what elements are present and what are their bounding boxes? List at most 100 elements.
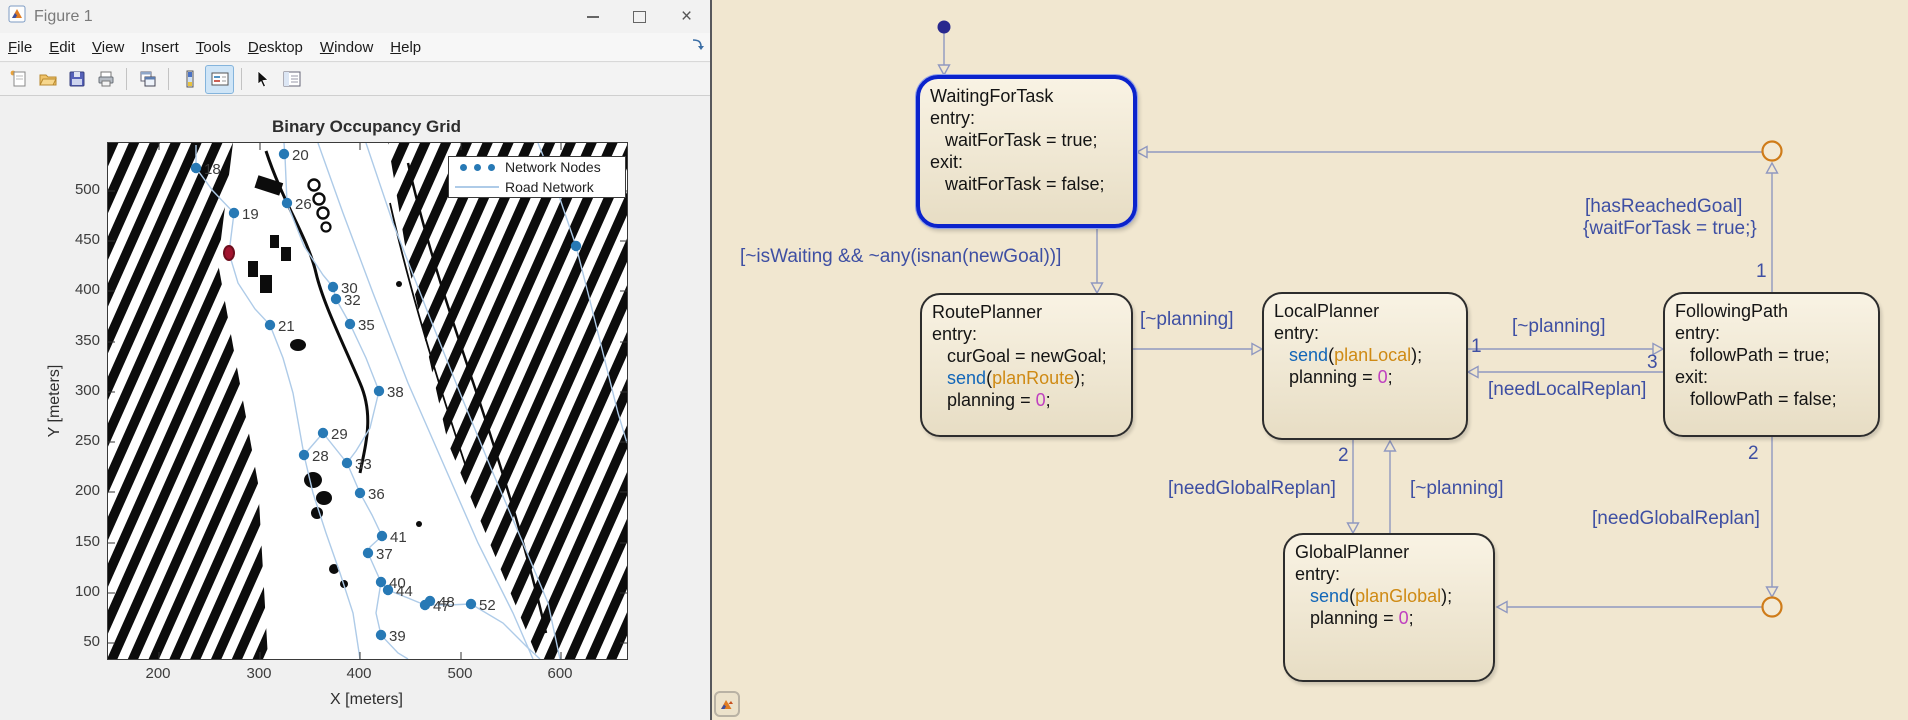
guard-needglobalreplan-right[interactable]: [needGlobalReplan] [1592,508,1760,530]
dock-figure-icon[interactable] [690,37,704,56]
map-node-label: 19 [242,206,259,223]
menu-tools[interactable]: Tools [196,39,231,56]
action-waitfortask[interactable]: {waitForTask = true;} [1583,218,1757,240]
print-figure-button[interactable] [92,66,119,93]
map-node-label: 37 [376,546,393,563]
plot-legend[interactable]: Network Nodes Road Network [448,156,626,198]
property-editor-button[interactable] [278,66,305,93]
y-tick-label: 200 [58,482,100,499]
window-title: Figure 1 [34,8,93,26]
guard-needlocalreplan[interactable]: [needLocalReplan] [1488,379,1646,401]
insert-legend-button[interactable] [205,65,234,94]
x-tick-label: 600 [547,665,572,682]
vehicle-marker [224,246,234,260]
map-node [279,149,289,159]
x-tick-label: 500 [447,665,472,682]
junction-top-right[interactable] [1763,142,1782,161]
map-node-label: 35 [358,317,375,334]
guard-planning-global[interactable]: [~planning] [1410,478,1504,500]
map-node-label: 39 [389,628,406,645]
map-node-label: 18 [204,161,221,178]
occupancy-grid-plot: 1820192630323521382928333641374044484752… [107,142,628,660]
map-node [331,294,341,304]
minimize-icon [587,16,599,18]
matlab-logo-badge[interactable] [714,691,740,717]
transition-priority[interactable]: 2 [1338,445,1349,467]
map-node [374,386,384,396]
plot-title: Binary Occupancy Grid [107,117,626,137]
toolbar-separator [241,68,242,90]
legend-entry-network-nodes: Network Nodes [505,159,601,175]
x-tick-label: 200 [145,665,170,682]
y-tick-label: 350 [58,332,100,349]
x-tick-label: 300 [246,665,271,682]
matlab-figure-icon [8,5,26,28]
map-node-label: 33 [355,456,372,473]
close-button[interactable]: × [663,0,710,33]
transition-priority[interactable]: 1 [1471,336,1482,358]
guard-planning-route[interactable]: [~planning] [1140,309,1234,331]
map-node [420,600,430,610]
menu-edit[interactable]: Edit [49,39,75,56]
guard-planning-local[interactable]: [~planning] [1512,316,1606,338]
y-tick-label: 50 [58,633,100,650]
map-node-label: 21 [278,318,295,335]
transition-priority[interactable]: 3 [1647,352,1658,374]
map-node-label: 28 [312,448,329,465]
maximize-button[interactable] [616,0,663,33]
state-LocalPlanner[interactable]: LocalPlannerentry: send(planLocal); plan… [1262,292,1468,440]
y-tick-label: 100 [58,583,100,600]
map-node-label: 29 [331,426,348,443]
map-node-label: 41 [390,529,407,546]
map-node [466,599,476,609]
title-bar[interactable]: Figure 1 × [0,0,710,33]
toolbar-separator [126,68,127,90]
state-RoutePlanner[interactable]: RoutePlannerentry: curGoal = newGoal; se… [920,293,1133,437]
junction-bottom-right[interactable] [1763,598,1782,617]
copy-figure-button[interactable] [134,66,161,93]
default-transition-dot[interactable] [938,21,951,34]
insert-colorbar-button[interactable] [176,66,203,93]
figure-toolbar [0,63,710,96]
legend-entry-road-network: Road Network [505,179,594,195]
map-node-label: 20 [292,147,309,164]
state-FollowingPath[interactable]: FollowingPathentry: followPath = true;ex… [1663,292,1880,437]
toolbar-separator [168,68,169,90]
map-node [328,282,338,292]
y-tick-label: 300 [58,382,100,399]
state-GlobalPlanner[interactable]: GlobalPlannerentry: send(planGlobal); pl… [1283,533,1495,682]
matlab-figure-window: Figure 1 × File Edit View Insert Tools D… [0,0,712,720]
menu-bar: File Edit View Insert Tools Desktop Wind… [0,33,710,62]
transition-priority[interactable]: 2 [1748,443,1759,465]
open-file-button[interactable] [34,66,61,93]
y-tick-label: 150 [58,533,100,550]
map-node [355,488,365,498]
menu-file[interactable]: File [8,39,32,56]
menu-help[interactable]: Help [390,39,421,56]
map-node-label: 36 [368,486,385,503]
map-node [345,319,355,329]
maximize-icon [633,11,646,23]
y-tick-label: 400 [58,281,100,298]
map-node [282,198,292,208]
new-figure-button[interactable] [5,66,32,93]
guard-needglobalreplan-left[interactable]: [needGlobalReplan] [1168,478,1336,500]
transition-priority[interactable]: 1 [1756,261,1767,283]
guard-hasreachedgoal[interactable]: [hasReachedGoal] [1585,196,1742,218]
map-node [342,458,352,468]
stateflow-canvas[interactable]: WaitingForTaskentry: waitForTask = true;… [712,0,1908,720]
menu-desktop[interactable]: Desktop [248,39,303,56]
map-node [571,241,581,251]
map-node [229,208,239,218]
guard-iswaiting[interactable]: [~isWaiting && ~any(isnan(newGoal))] [740,246,1061,268]
menu-window[interactable]: Window [320,39,373,56]
save-figure-button[interactable] [63,66,90,93]
minimize-button[interactable] [569,0,616,33]
edit-plot-cursor-button[interactable] [249,66,276,93]
state-WaitingForTask[interactable]: WaitingForTaskentry: waitForTask = true;… [916,75,1137,228]
map-node [376,577,386,587]
menu-insert[interactable]: Insert [141,39,179,56]
map-node [363,548,373,558]
menu-view[interactable]: View [92,39,124,56]
y-tick-label: 500 [58,181,100,198]
